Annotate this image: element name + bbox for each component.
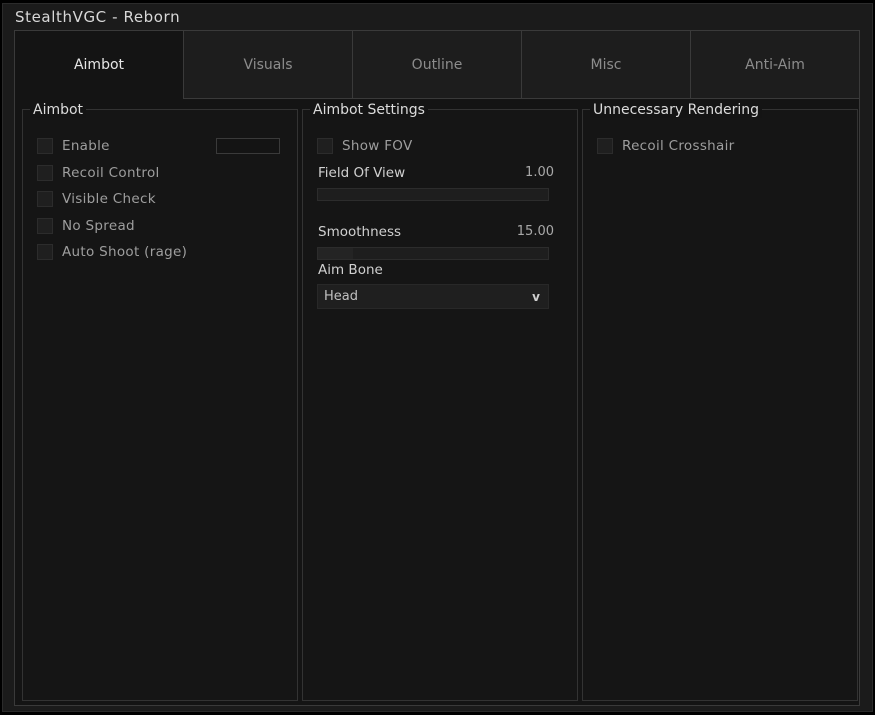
aim-bone-dropdown[interactable]: Head v: [317, 284, 549, 309]
chevron-down-icon: v: [532, 289, 540, 304]
rendering-panel: Unnecessary Rendering Recoil Crosshair: [582, 102, 858, 701]
aimbot-settings-panel: Aimbot Settings Show FOV Field Of View 1…: [302, 102, 578, 701]
show-fov-option[interactable]: Show FOV: [317, 138, 413, 154]
visible-check-option[interactable]: Visible Check: [37, 191, 156, 207]
auto-shoot-option[interactable]: Auto Shoot (rage): [37, 244, 187, 260]
auto-shoot-label: Auto Shoot (rage): [62, 244, 188, 260]
recoil-control-checkbox[interactable]: [37, 165, 53, 181]
aimbot-panel: Aimbot Enable Recoil Control Visible Che…: [22, 102, 298, 701]
fov-value: 1.00: [525, 165, 554, 180]
recoil-crosshair-option[interactable]: Recoil Crosshair: [597, 138, 735, 154]
no-spread-option[interactable]: No Spread: [37, 218, 135, 234]
show-fov-label: Show FOV: [342, 138, 413, 154]
visible-check-checkbox[interactable]: [37, 191, 53, 207]
window-title: StealthVGC - Reborn: [15, 8, 181, 26]
tab-visuals[interactable]: Visuals: [183, 31, 352, 99]
main-frame: Aimbot Visuals Outline Misc Anti-Aim Aim…: [14, 30, 860, 706]
smoothness-slider-fill: [318, 248, 353, 259]
enable-color-picker[interactable]: [216, 138, 280, 154]
show-fov-checkbox[interactable]: [317, 138, 333, 154]
rendering-panel-title: Unnecessary Rendering: [590, 102, 763, 118]
smoothness-slider[interactable]: [317, 247, 549, 260]
fov-label: Field Of View: [318, 165, 406, 181]
tab-aimbot[interactable]: Aimbot: [15, 31, 183, 99]
aimbot-settings-title: Aimbot Settings: [310, 102, 428, 118]
recoil-control-option[interactable]: Recoil Control: [37, 165, 160, 181]
recoil-crosshair-label: Recoil Crosshair: [622, 138, 735, 154]
recoil-control-label: Recoil Control: [62, 165, 160, 181]
no-spread-label: No Spread: [62, 218, 135, 234]
enable-option[interactable]: Enable: [37, 138, 110, 154]
auto-shoot-checkbox[interactable]: [37, 244, 53, 260]
tab-anti-aim[interactable]: Anti-Aim: [690, 31, 859, 99]
smoothness-value: 15.00: [516, 224, 554, 239]
aim-bone-label: Aim Bone: [318, 262, 383, 278]
app-window: StealthVGC - Reborn Aimbot Visuals Outli…: [2, 3, 873, 712]
enable-checkbox[interactable]: [37, 138, 53, 154]
aim-bone-selected: Head: [324, 289, 358, 304]
tab-outline[interactable]: Outline: [352, 31, 521, 99]
smoothness-label: Smoothness: [318, 224, 402, 240]
enable-label: Enable: [62, 138, 110, 154]
no-spread-checkbox[interactable]: [37, 218, 53, 234]
aimbot-panel-title: Aimbot: [30, 102, 87, 118]
tab-bar: Aimbot Visuals Outline Misc Anti-Aim: [15, 31, 859, 99]
tab-misc[interactable]: Misc: [521, 31, 690, 99]
visible-check-label: Visible Check: [62, 191, 156, 207]
fov-slider[interactable]: [317, 188, 549, 201]
recoil-crosshair-checkbox[interactable]: [597, 138, 613, 154]
